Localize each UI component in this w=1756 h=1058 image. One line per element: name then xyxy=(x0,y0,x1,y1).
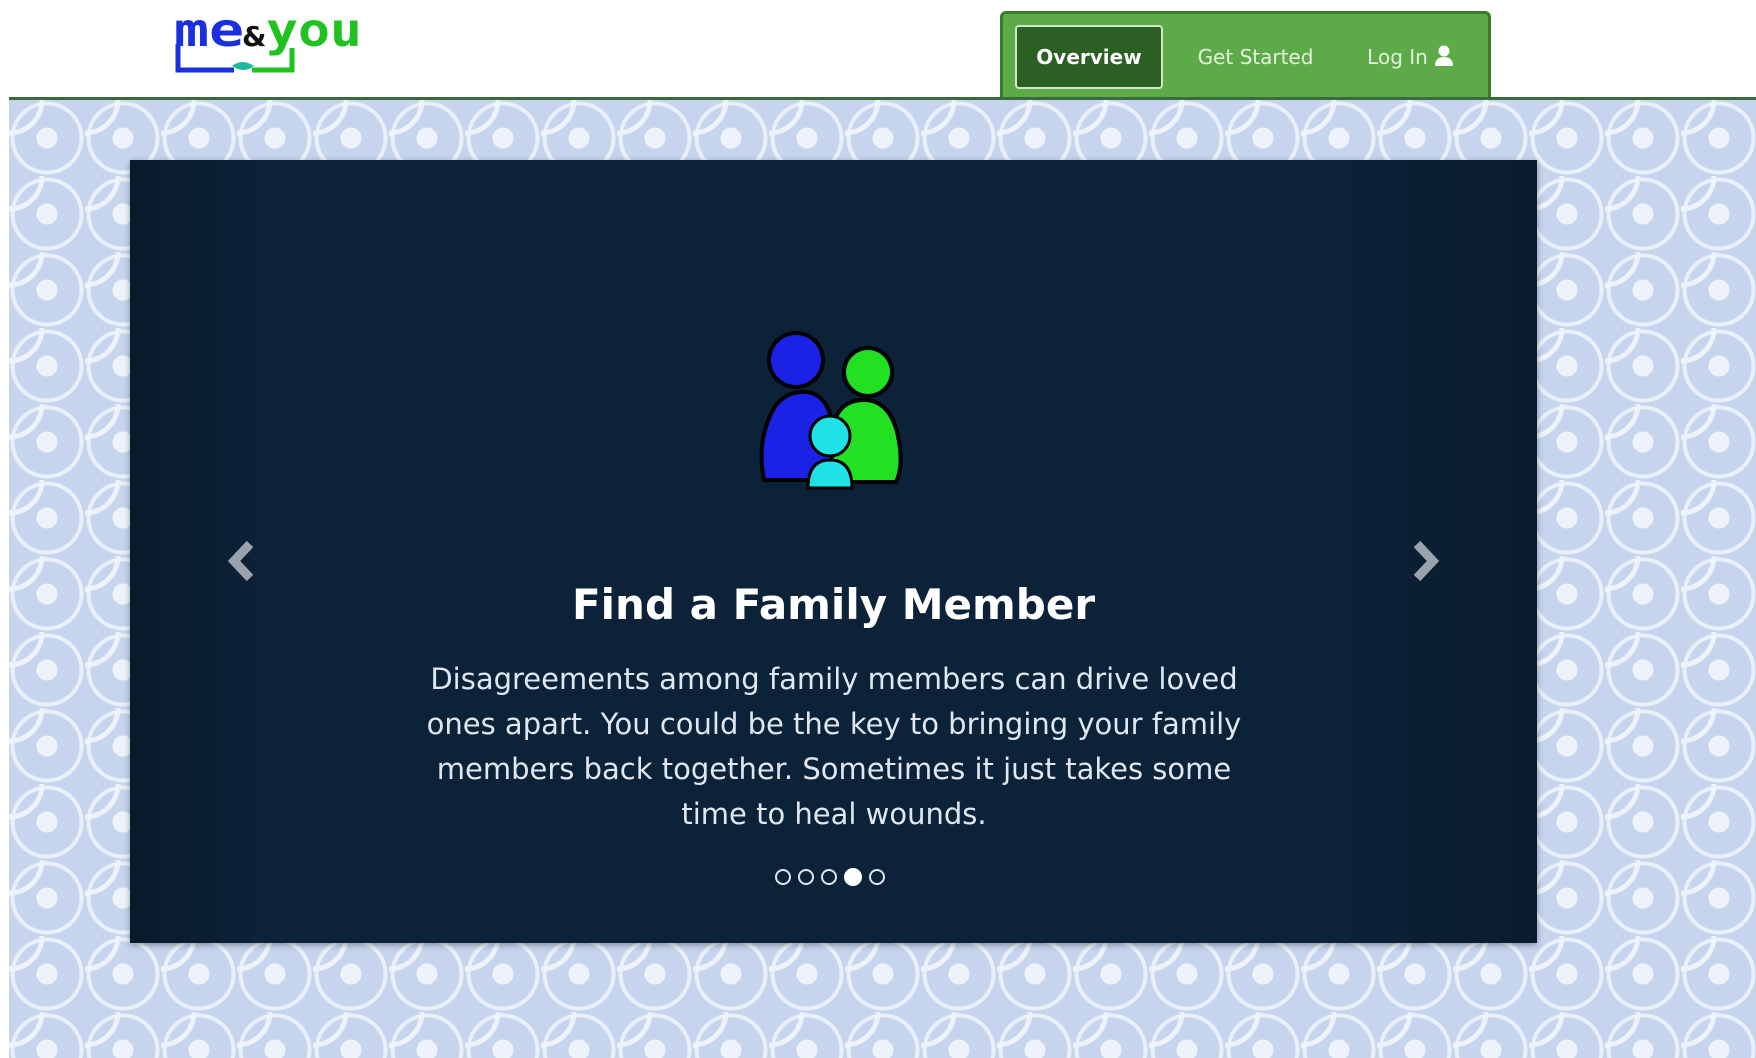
user-icon xyxy=(1434,28,1454,92)
carousel-indicator-2[interactable] xyxy=(798,868,814,885)
carousel-indicator-5[interactable] xyxy=(869,868,885,885)
site-header: me & you Overview Get Started Log In xyxy=(0,0,1756,99)
nav-log-in[interactable]: Log In xyxy=(1348,25,1473,89)
slide-title: Find a Family Member xyxy=(571,580,1096,629)
feature-carousel: Find a Family Member Disagreements among… xyxy=(130,160,1537,943)
carousel-prev-button[interactable] xyxy=(220,536,260,586)
chevron-left-icon xyxy=(227,540,254,582)
svg-text:me: me xyxy=(174,4,244,57)
nav-overview[interactable]: Overview xyxy=(1015,25,1163,89)
nav-get-started[interactable]: Get Started xyxy=(1173,25,1338,89)
carousel-indicator-4[interactable] xyxy=(844,867,862,886)
nav-log-in-label: Log In xyxy=(1367,45,1428,69)
main-nav: Overview Get Started Log In xyxy=(1000,11,1491,99)
me-and-you-logo[interactable]: me & you xyxy=(172,4,372,84)
carousel-next-button[interactable] xyxy=(1407,536,1447,586)
svg-text:you: you xyxy=(266,4,362,57)
carousel-indicator-1[interactable] xyxy=(775,868,791,885)
svg-text:&: & xyxy=(242,20,266,53)
carousel-indicators xyxy=(775,866,892,886)
chevron-right-icon xyxy=(1413,540,1440,582)
family-icon xyxy=(750,330,910,514)
carousel-indicator-3[interactable] xyxy=(821,868,837,885)
slide-description: Disagreements among family members can d… xyxy=(426,662,1242,831)
